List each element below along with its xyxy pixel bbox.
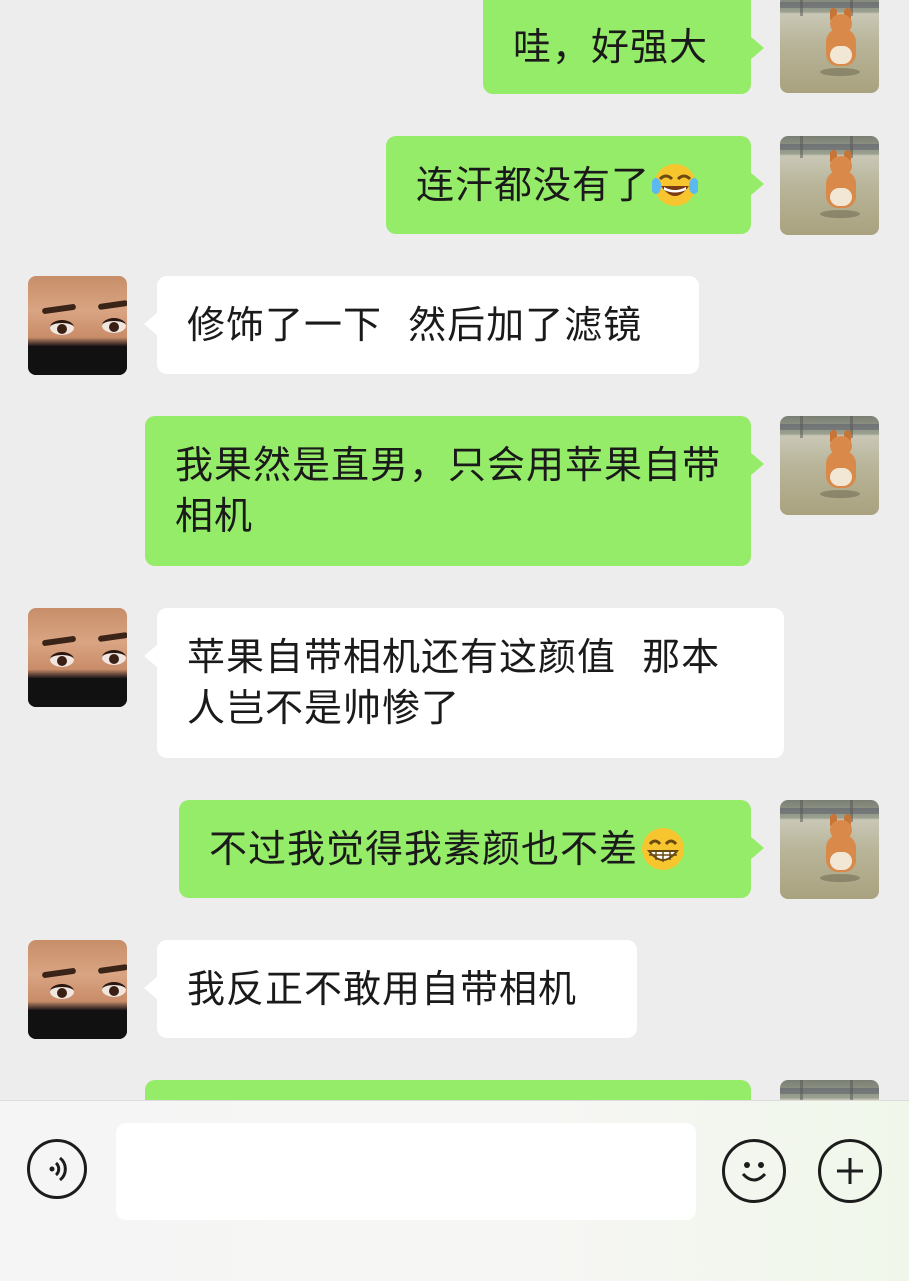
message-bubble-received[interactable]: 我反正不敢用自带相机 [144,940,637,1038]
message-text: 我反正不敢用自带相机 [187,966,578,1011]
message-text: 哇，好强大 [513,24,709,69]
message-bubble-received[interactable]: 苹果自带相机还有这颜值 那本人岂不是帅惨了 [144,608,784,758]
message-text: 我果然是直男，只会用苹果自带相机 [175,443,722,538]
voice-icon [49,1156,67,1182]
more-button[interactable] [818,1139,882,1203]
message-text: 不过我觉得我素颜也不差 [209,826,639,871]
message-bubble-sent[interactable] [145,1080,751,1100]
grin-emoji-icon [642,828,685,870]
my-avatar[interactable] [780,136,879,235]
emoji-icon [741,1162,767,1182]
chat-message-list[interactable]: 哇，好强大 连汗都没有了 修饰了一下 然后加了滤镜 我果然是直男，只会用苹果自带… [0,0,909,1100]
my-avatar[interactable] [780,800,879,899]
message-text: 连汗都没有了 [416,162,651,207]
my-avatar[interactable] [780,416,879,515]
message-bubble-sent[interactable]: 连汗都没有了 [386,136,764,234]
message-text-input[interactable] [116,1123,696,1220]
plus-icon [837,1158,863,1184]
message-bubble-sent[interactable]: 我果然是直男，只会用苹果自带相机 [145,416,764,566]
my-avatar[interactable] [780,1080,879,1100]
message-input-bar [0,1100,909,1281]
message-bubble-sent[interactable]: 不过我觉得我素颜也不差 [179,800,764,898]
message-bubble-received[interactable]: 修饰了一下 然后加了滤镜 [144,276,699,374]
my-avatar[interactable] [780,0,879,93]
voice-button[interactable] [27,1139,87,1199]
laugh-cry-emoji-icon [652,164,699,206]
emoji-button[interactable] [722,1139,786,1203]
message-bubble-sent[interactable]: 哇，好强大 [483,0,764,94]
contact-avatar[interactable] [28,940,127,1039]
contact-avatar[interactable] [28,608,127,707]
contact-avatar[interactable] [28,276,127,375]
message-text: 苹果自带相机还有这颜值 那本人岂不是帅惨了 [187,635,721,730]
message-text: 修饰了一下 然后加了滤镜 [187,302,643,347]
